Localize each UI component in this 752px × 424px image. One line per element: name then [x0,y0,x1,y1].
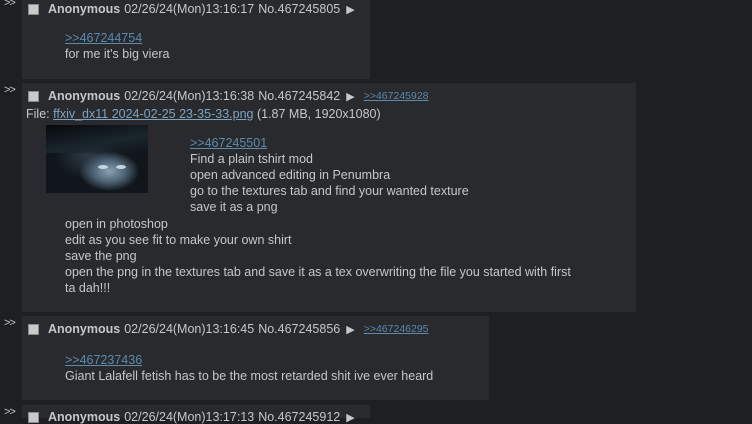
post-info: Anonymous 02/26/24(Mon)13:16:45 No.46724… [28,322,429,336]
reply-post: Anonymous 02/26/24(Mon)13:17:13 No.46724… [22,405,370,424]
post-message: >>467237436 Giant Lalafell fetish has to… [65,352,433,384]
post-menu-icon[interactable]: ▶ [346,411,354,424]
message-line: edit as you see fit to make your own shi… [65,233,292,247]
post-menu-icon[interactable]: ▶ [346,3,354,16]
post-datetime: 02/26/24(Mon)13:16:38 [124,89,255,103]
message-line: ta dah!!! [65,281,111,295]
message-line: open in photoshop [65,217,168,231]
message-line: Find a plain tshirt mod [190,152,313,166]
poster-name: Anonymous [48,322,121,336]
quote-link[interactable]: >>467244754 [65,31,142,45]
post-datetime: 02/26/24(Mon)13:16:45 [124,322,255,336]
post-info: Anonymous 02/26/24(Mon)13:16:38 No.46724… [28,89,429,103]
file-link[interactable]: ffxiv_dx11 2024-02-25 23-35-33.png [53,107,253,121]
post-number[interactable]: No.467245856 [258,322,340,336]
post-message: >>467245501 Find a plain tshirt mod open… [190,135,469,215]
post-menu-icon[interactable]: ▶ [346,90,354,103]
poster-name: Anonymous [48,2,121,16]
message-line: save the png [65,249,137,263]
poster-name: Anonymous [48,89,121,103]
side-arrows: >> [4,0,16,9]
post-info: Anonymous 02/26/24(Mon)13:16:17 No.46724… [28,2,355,16]
post-message: >>467244754 for me it's big viera [65,30,170,62]
message-line: save it as a png [190,200,278,214]
file-meta: (1.87 MB, 1920x1080) [253,107,381,121]
post-message-continued: open in photoshop edit as you see fit to… [65,216,571,296]
quote-link[interactable]: >>467237436 [65,353,142,367]
post-number[interactable]: No.467245912 [258,410,340,424]
message-line: go to the textures tab and find your wan… [190,184,469,198]
post-checkbox[interactable] [28,3,39,15]
message-line: open the png in the textures tab and sav… [65,265,571,279]
backlink[interactable]: >>467246295 [364,323,429,335]
side-arrows: >> [4,406,16,418]
poster-name: Anonymous [48,410,121,424]
file-thumbnail[interactable] [46,125,148,193]
post-checkbox[interactable] [28,411,39,423]
post-datetime: 02/26/24(Mon)13:16:17 [124,2,255,16]
reply-post: Anonymous 02/26/24(Mon)13:16:45 No.46724… [22,316,489,400]
message-line: open advanced editing in Penumbra [190,168,391,182]
post-number[interactable]: No.467245842 [258,89,340,103]
reply-post: Anonymous 02/26/24(Mon)13:16:17 No.46724… [22,0,370,79]
side-arrows: >> [4,317,16,329]
post-info: Anonymous 02/26/24(Mon)13:17:13 No.46724… [28,410,355,424]
backlink[interactable]: >>467245928 [364,90,429,102]
post-menu-icon[interactable]: ▶ [346,323,354,336]
message-line: Giant Lalafell fetish has to be the most… [65,369,434,383]
quote-link[interactable]: >>467245501 [190,136,267,150]
file-label: File: [26,107,54,121]
reply-post: Anonymous 02/26/24(Mon)13:16:38 No.46724… [22,83,636,312]
post-checkbox[interactable] [28,323,39,335]
post-number[interactable]: No.467245805 [258,2,340,16]
side-arrows: >> [4,84,16,96]
message-line: for me it's big viera [65,47,170,61]
file-info: File: ffxiv_dx11 2024-02-25 23-35-33.png… [26,107,381,121]
post-datetime: 02/26/24(Mon)13:17:13 [124,410,255,424]
post-checkbox[interactable] [28,90,39,102]
